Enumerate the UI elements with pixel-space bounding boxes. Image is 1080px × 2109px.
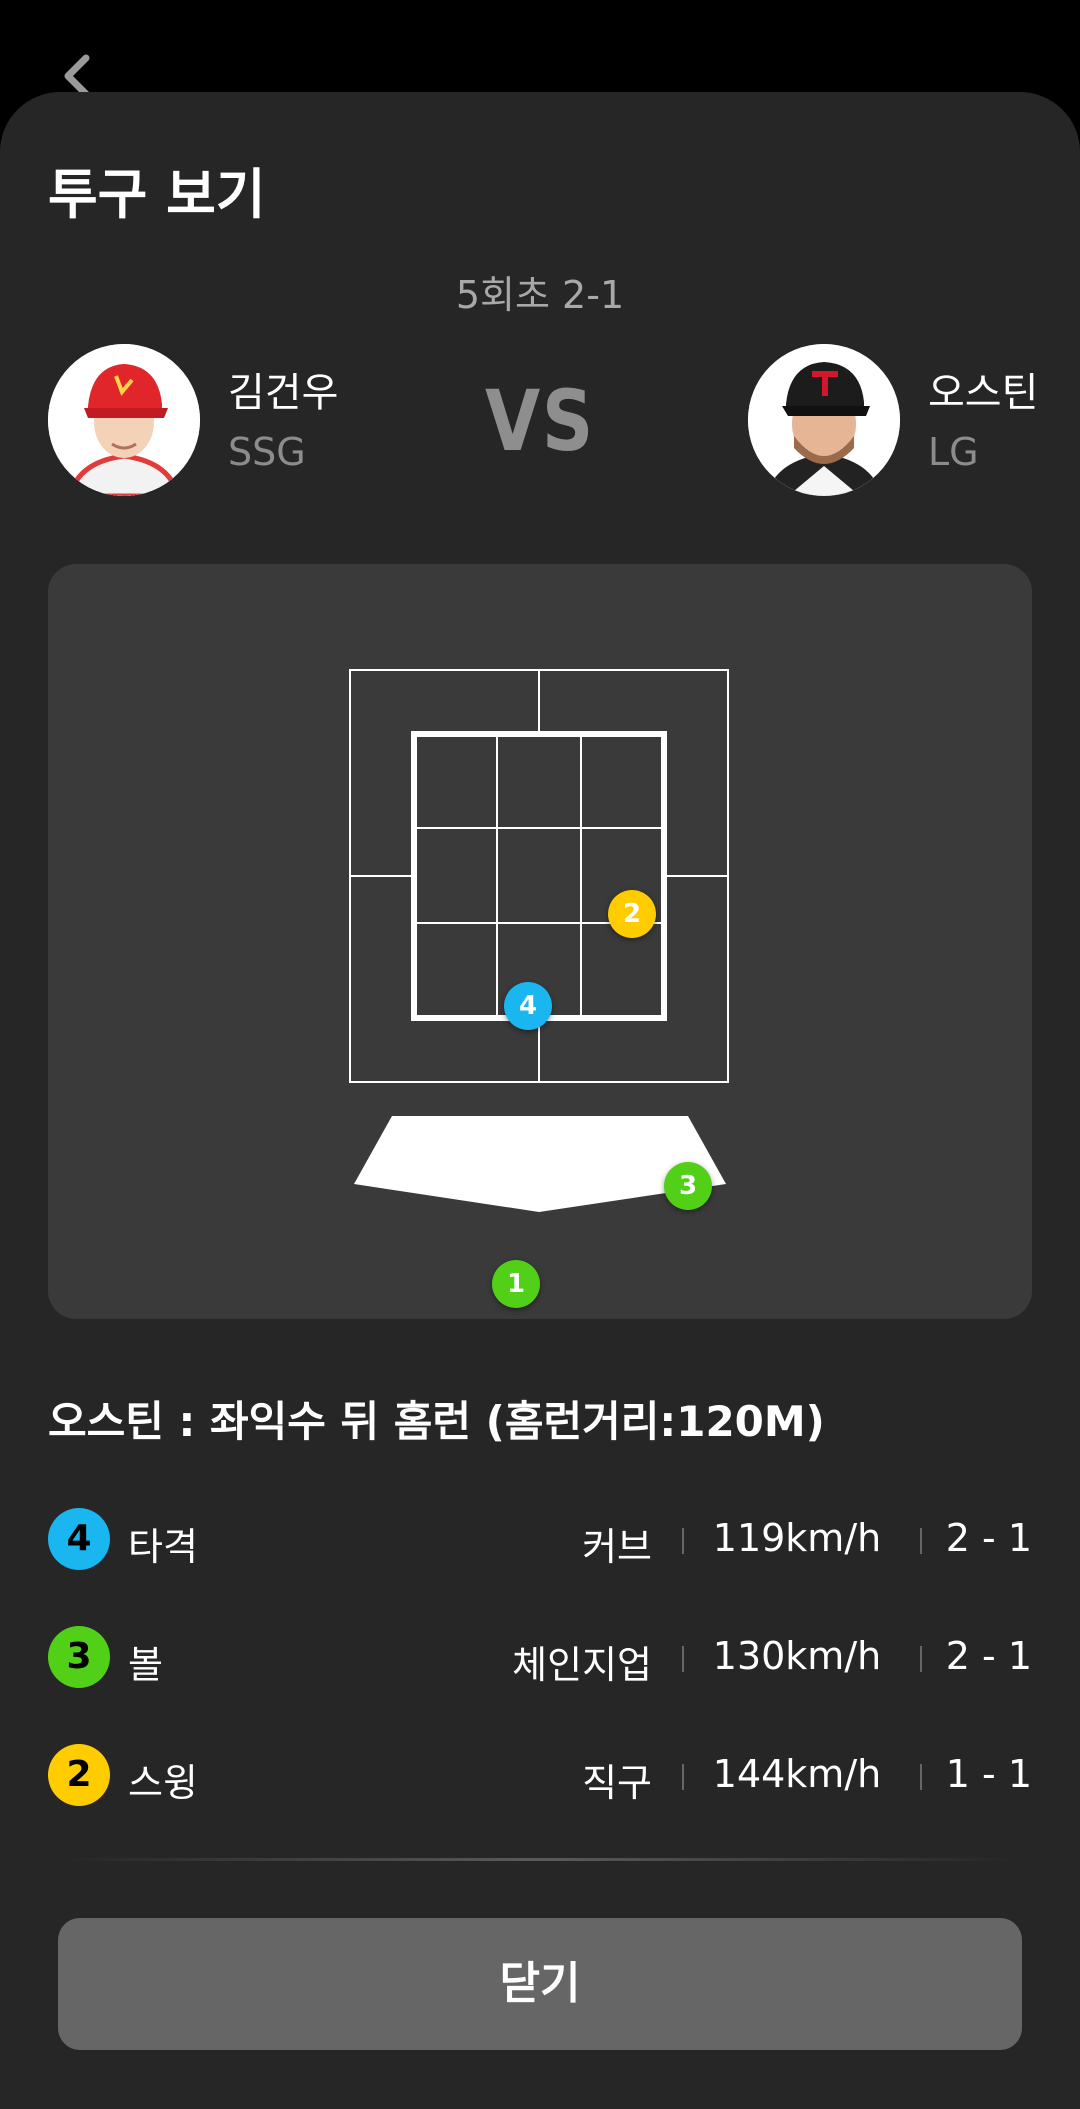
inning-score: 5회초 2-1 bbox=[455, 273, 625, 317]
pitch-count: 2 - 1 bbox=[945, 1634, 1032, 1678]
pitcher-avatar bbox=[48, 344, 200, 496]
divider bbox=[920, 1528, 922, 1554]
pitch-marker-4[interactable]: 4 bbox=[504, 982, 552, 1030]
pitch-speed: 119km/h bbox=[712, 1516, 882, 1560]
pitcher-name: 김건우 bbox=[228, 370, 339, 416]
pitch-type: 체인지업 bbox=[512, 1643, 652, 1687]
pitch-row: 3 볼 체인지업 130km/h 2 - 1 bbox=[48, 1626, 1032, 1690]
pitch-speed: 130km/h bbox=[712, 1634, 882, 1678]
pitch-number-badge: 2 bbox=[48, 1744, 110, 1806]
batter-avatar bbox=[748, 344, 900, 496]
divider bbox=[920, 1646, 922, 1672]
pitch-speed: 144km/h bbox=[712, 1752, 882, 1796]
section-divider bbox=[60, 1858, 1020, 1861]
pitch-marker-3[interactable]: 3 bbox=[664, 1162, 712, 1210]
pitch-number-badge: 4 bbox=[48, 1508, 110, 1570]
pitch-result-label: 볼 bbox=[128, 1643, 163, 1687]
batter-team: LG bbox=[928, 430, 979, 474]
divider bbox=[682, 1646, 684, 1672]
pitch-result-label: 스윙 bbox=[128, 1761, 198, 1805]
pitch-row: 2 스윙 직구 144km/h 1 - 1 bbox=[48, 1744, 1032, 1808]
pitch-marker-2[interactable]: 2 bbox=[608, 890, 656, 938]
vs-label: VS bbox=[484, 372, 596, 470]
pitch-number-badge: 3 bbox=[48, 1626, 110, 1688]
pitch-row: 4 타격 커브 119km/h 2 - 1 bbox=[48, 1508, 1032, 1572]
pitch-type: 직구 bbox=[582, 1761, 652, 1805]
divider bbox=[682, 1764, 684, 1790]
pitch-marker-1[interactable]: 1 bbox=[492, 1260, 540, 1308]
strike-zone-panel: 2 4 3 1 bbox=[48, 564, 1032, 1319]
pitch-type: 커브 bbox=[582, 1525, 652, 1569]
pitch-result-label: 타격 bbox=[128, 1525, 198, 1569]
strike-zone-diagram bbox=[349, 669, 729, 1212]
batter-name: 오스틴 bbox=[928, 370, 1039, 416]
pitch-count: 2 - 1 bbox=[945, 1516, 1032, 1560]
pitcher-team: SSG bbox=[228, 430, 306, 474]
divider bbox=[682, 1528, 684, 1554]
pitch-count: 1 - 1 bbox=[945, 1752, 1032, 1796]
divider bbox=[920, 1764, 922, 1790]
at-bat-result: 오스틴 : 좌익수 뒤 홈런 (홈런거리:120M) bbox=[48, 1397, 825, 1446]
close-button[interactable]: 닫기 bbox=[58, 1918, 1022, 2050]
page-title: 투구 보기 bbox=[48, 163, 266, 226]
